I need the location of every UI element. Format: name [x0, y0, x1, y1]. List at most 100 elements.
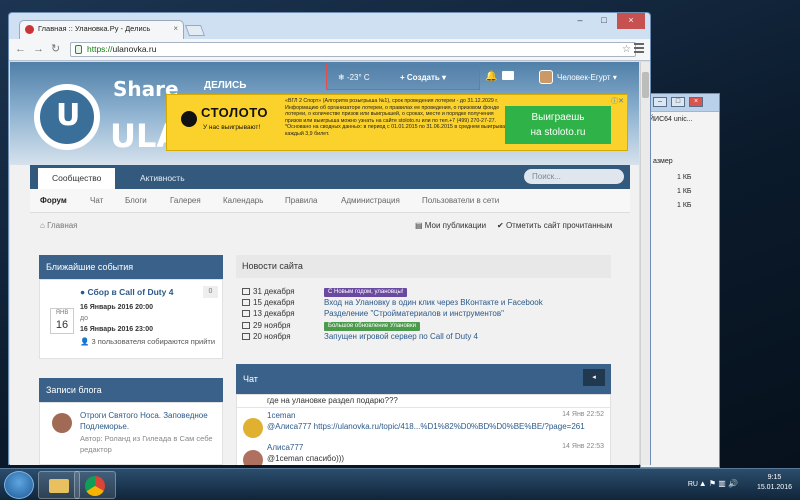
language-indicator[interactable]: RU [688, 480, 698, 490]
browser-tab[interactable]: Главная :: Улановка.Ру - Делись × [19, 20, 184, 39]
my-posts-link[interactable]: ▤ Мои публикации [415, 221, 486, 230]
news-date: 29 ноября [242, 321, 291, 330]
chrome-taskbar-icon[interactable] [74, 471, 116, 499]
news-badge[interactable]: Большое обновление Улановки [324, 322, 420, 331]
new-tab-button[interactable] [184, 25, 206, 36]
blog-author-avatar[interactable] [52, 413, 72, 433]
event-title: Сбор в Call of Duty 4 [87, 287, 174, 297]
blog-widget: Отроги Святого Носа. Заповедное Подлемор… [39, 402, 223, 465]
back-icon[interactable]: ← [15, 43, 26, 55]
minimize-icon[interactable]: – [653, 97, 667, 107]
username: Человек-Егурт [557, 73, 611, 82]
blog-widget-title: Записи блога [39, 378, 223, 402]
minimize-window-icon[interactable]: – [569, 13, 591, 29]
event-going-text: 3 пользователя собираются прийти [91, 337, 216, 346]
weather-widget[interactable]: ❄ -23° C [338, 73, 370, 82]
subnav-administration[interactable]: Администрация [341, 189, 400, 213]
chat-message-text: где на улановке раздел подарю??? [267, 396, 398, 405]
url-host: ulanovka.ru [112, 44, 157, 54]
reload-icon[interactable]: ↻ [51, 43, 60, 55]
forum-subnav: Форум Чат Блоги Галерея Календарь Правил… [30, 189, 630, 213]
blog-post-title[interactable]: Отроги Святого Носа. Заповедное Подлемор… [80, 410, 220, 432]
news-date: 15 декабря [242, 298, 295, 307]
news-date-text: 29 ноября [253, 321, 291, 330]
user-avatar[interactable] [539, 70, 553, 84]
subnav-gallery[interactable]: Галерея [170, 189, 201, 213]
chat-username[interactable]: 1ceman [267, 411, 295, 420]
subnav-rules[interactable]: Правила [285, 189, 317, 213]
close-window-icon[interactable]: × [617, 13, 645, 29]
home-icon: ⌂ [40, 221, 48, 230]
news-link[interactable]: Запущен игровой сервер по Call of Duty 4 [324, 332, 478, 341]
breadcrumb-home: Главная [47, 221, 78, 230]
stoloto-logo-icon [181, 111, 197, 127]
news-link[interactable]: Разделение "Стройматериалов и инструмент… [324, 309, 504, 318]
create-button[interactable]: + Создать ▾ [400, 73, 446, 82]
subnav-blogs[interactable]: Блоги [125, 189, 147, 213]
breadcrumb[interactable]: ⌂ Главная [40, 221, 78, 230]
snowflake-icon: ❄ [338, 73, 347, 82]
news-link[interactable]: Вход на Улановку в один клик через ВКонт… [324, 298, 543, 307]
start-button[interactable] [4, 471, 34, 499]
chat-user-avatar[interactable] [243, 418, 263, 438]
forward-icon[interactable]: → [33, 43, 44, 55]
ad-brand: СТОЛОТО [201, 105, 268, 120]
calendar-icon [242, 288, 250, 295]
browser-toolbar: ← → ↻ https://ulanovka.ru ☆ [9, 39, 650, 61]
chat-messages[interactable]: где на улановке раздел подарю??? 1ceman … [236, 394, 611, 465]
tray-icons[interactable]: ▲ ⚑ ▥ 🔊 [699, 479, 738, 489]
messages-envelope-icon[interactable] [502, 71, 514, 80]
file-size: 1 КБ [677, 202, 692, 209]
search-input[interactable]: Поиск... [524, 169, 624, 184]
chat-user-avatar[interactable] [243, 450, 263, 465]
background-window-titlebar[interactable]: – □ × [641, 94, 719, 112]
subnav-forum[interactable]: Форум [40, 189, 67, 213]
background-window[interactable]: – □ × ЙИС64 unic... азмер 1 КБ 1 КБ 1 КБ [640, 93, 720, 468]
users-icon: 👤 [80, 337, 92, 346]
size-column-header: азмер [653, 158, 673, 165]
tab-activity[interactable]: Активность [126, 168, 199, 189]
chat-collapse-button[interactable]: ◂ [583, 369, 605, 386]
tab-close-icon[interactable]: × [173, 24, 178, 33]
close-icon[interactable]: × [689, 97, 703, 107]
chat-message-text: @1ceman спасибо))) [267, 454, 345, 463]
chat-username[interactable]: Алиса777 [267, 443, 303, 452]
mark-read-link[interactable]: ✔ Отметить сайт прочитанным [497, 221, 612, 230]
folder-icon [49, 479, 69, 493]
maximize-icon[interactable]: □ [671, 97, 685, 107]
subnav-calendar[interactable]: Календарь [223, 189, 263, 213]
events-widget: ● Сбор в Call of Duty 4 0 ЯНВ 16 16 Янва… [39, 279, 223, 359]
chrome-icon [85, 476, 105, 496]
event-comment-count: 0 [203, 286, 218, 298]
calendar-icon [242, 299, 250, 306]
scrollbar-thumb[interactable] [642, 72, 649, 98]
news-badge[interactable]: С Новым годом, улановцы! [324, 288, 408, 297]
event-link[interactable]: ● Сбор в Call of Duty 4 [80, 287, 173, 297]
file-size: 1 КБ [677, 188, 692, 195]
subnav-chat[interactable]: Чат [90, 189, 103, 213]
clock[interactable]: 9:15 15.01.2016 [757, 473, 792, 493]
bookmark-star-icon[interactable]: ☆ [622, 43, 631, 56]
subnav-online-users[interactable]: Пользователи в сети [422, 189, 499, 213]
advertisement-banner[interactable]: СТОЛОТО У нас выигрывают! «ВГЛ 2 Спорт» … [166, 94, 628, 151]
notifications-bell-icon[interactable]: 🔔 [485, 71, 497, 82]
tab-community[interactable]: Сообщество [38, 168, 116, 189]
background-address[interactable]: ЙИС64 unic... [649, 116, 693, 123]
address-bar[interactable]: https://ulanovka.ru ☆ [70, 42, 636, 57]
page-scrollbar[interactable] [640, 62, 650, 465]
favicon-icon [25, 25, 34, 34]
calendar-icon [242, 322, 250, 329]
posts-icon: ▤ [415, 221, 425, 230]
news-date: 20 ноября [242, 332, 291, 341]
user-menu[interactable]: Человек-Егурт ▾ [557, 73, 617, 82]
ad-cta-button[interactable]: Выиграешь на stoloto.ru [505, 106, 611, 144]
lock-icon [75, 45, 82, 54]
ad-close-icon[interactable]: ⓘ✕ [611, 96, 624, 106]
blog-post-author: Автор: Роланд из Гилеада в Сам себе реда… [80, 434, 213, 454]
taskbar: RU ▲ ⚑ ▥ 🔊 9:15 15.01.2016 [0, 468, 800, 500]
calendar-icon [242, 310, 250, 317]
chat-message-text[interactable]: @Алиса777 https://ulanovka.ru/topic/418.… [267, 422, 602, 431]
maximize-window-icon[interactable]: □ [593, 13, 615, 29]
browser-menu-icon[interactable] [634, 43, 644, 54]
news-date-text: 13 декабря [253, 309, 295, 318]
